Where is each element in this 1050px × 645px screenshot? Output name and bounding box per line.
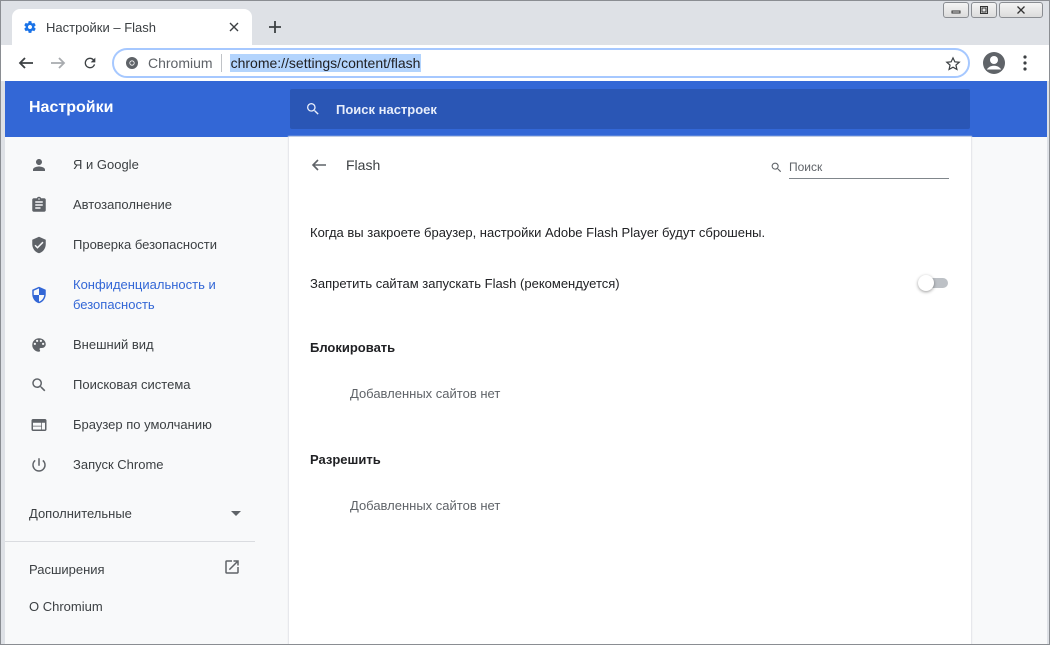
settings-content: Я и Google Автозаполнение Проверка безоп…	[5, 137, 1047, 644]
page-search-field[interactable]	[769, 155, 949, 179]
search-icon	[304, 100, 322, 118]
sidebar-item-label: Запуск Chrome	[73, 457, 164, 472]
close-window-button[interactable]	[999, 2, 1043, 18]
flash-settings-card: Flash Когда вы закроете браузер, настрой…	[289, 137, 971, 644]
sidebar-item-on-startup[interactable]: Запуск Chrome	[5, 445, 257, 485]
reload-button[interactable]	[74, 47, 106, 79]
sidebar-item-label: Проверка безопасности	[73, 237, 218, 252]
browser-window: Настройки – Flash Chromium chrome://sett…	[0, 0, 1050, 645]
back-button[interactable]	[10, 47, 42, 79]
page-title: Flash	[346, 157, 381, 173]
sidebar-item-extensions[interactable]: Расширения	[29, 559, 241, 579]
sidebar-item-safety-check[interactable]: Проверка безопасности	[5, 225, 257, 265]
omnibox-separator	[220, 54, 222, 72]
open-in-new-icon	[223, 558, 241, 581]
plus-icon	[269, 21, 281, 33]
arrow-back-icon	[18, 57, 33, 69]
settings-search-input[interactable]	[336, 101, 936, 117]
maximize-button[interactable]	[971, 2, 997, 18]
clipboard-icon	[29, 195, 49, 215]
tab-settings-flash[interactable]: Настройки – Flash	[12, 9, 252, 45]
reload-icon	[84, 57, 96, 69]
flash-reset-notice: Когда вы закроете браузер, настройки Ado…	[310, 225, 766, 240]
sidebar-divider	[5, 541, 255, 542]
window-controls	[943, 2, 1043, 18]
sidebar-item-label: Я и Google	[73, 157, 139, 172]
settings-sidebar: Я и Google Автозаполнение Проверка безоп…	[5, 137, 257, 644]
minimize-button[interactable]	[943, 2, 969, 18]
settings-search-box[interactable]	[290, 89, 970, 129]
more-vert-icon	[1023, 55, 1027, 71]
settings-gear-icon	[22, 19, 38, 35]
block-flash-toggle[interactable]	[918, 275, 950, 291]
sidebar-item-label: Внешний вид	[73, 337, 154, 352]
address-bar[interactable]: Chromium chrome://settings/content/flash	[112, 48, 970, 78]
sidebar-item-default-browser[interactable]: Браузер по умолчанию	[5, 405, 257, 445]
block-empty-text: Добавленных сайтов нет	[350, 386, 501, 401]
sidebar-item-about[interactable]: О Chromium	[29, 599, 103, 614]
chromium-logo-icon	[124, 55, 140, 71]
sidebar-item-privacy-security[interactable]: Конфиденциальность и безопасность	[5, 271, 257, 319]
site-chip: Chromium	[148, 55, 213, 71]
sidebar-item-label-line1: Конфиденциальность и	[73, 277, 216, 292]
toggle-knob	[918, 275, 934, 291]
browser-toolbar: Chromium chrome://settings/content/flash	[1, 45, 1049, 81]
page-search-input[interactable]	[789, 155, 949, 179]
arrow-forward-icon	[51, 57, 66, 69]
settings-header: Настройки	[5, 81, 1047, 137]
palette-icon	[29, 335, 49, 355]
allow-empty-text: Добавленных сайтов нет	[350, 498, 501, 513]
block-section-heading: Блокировать	[310, 340, 396, 355]
shield-check-icon	[29, 235, 49, 255]
sidebar-item-label: Браузер по умолчанию	[73, 417, 212, 432]
forward-button[interactable]	[42, 47, 74, 79]
close-tab-icon[interactable]	[226, 19, 242, 35]
power-icon	[29, 455, 49, 475]
new-tab-button[interactable]	[263, 15, 287, 39]
sidebar-item-you-and-google[interactable]: Я и Google	[5, 145, 257, 185]
sidebar-item-label: Поисковая система	[73, 377, 191, 392]
shield-privacy-icon	[29, 285, 49, 305]
back-arrow-button[interactable]	[307, 153, 331, 177]
person-icon	[29, 155, 49, 175]
profile-avatar-icon[interactable]	[981, 50, 1007, 76]
advanced-label: Дополнительные	[29, 505, 132, 521]
settings-title: Настройки	[29, 99, 114, 116]
sidebar-item-autofill[interactable]: Автозаполнение	[5, 185, 257, 225]
arrow-drop-down-icon	[231, 504, 241, 522]
sidebar-item-search-engine[interactable]: Поисковая система	[5, 365, 257, 405]
block-flash-label: Запретить сайтам запускать Flash (рекоме…	[310, 275, 620, 291]
bookmark-star-icon[interactable]	[944, 55, 962, 73]
sidebar-advanced-toggle[interactable]: Дополнительные	[29, 503, 241, 523]
browser-menu-button[interactable]	[1015, 50, 1035, 76]
sidebar-item-label: Автозаполнение	[73, 197, 173, 212]
search-icon	[29, 375, 49, 395]
arrow-back-icon	[311, 159, 326, 171]
sidebar-item-label: Конфиденциальность и безопасность	[73, 275, 216, 315]
block-flash-setting: Запретить сайтам запускать Flash (рекоме…	[310, 273, 950, 293]
extensions-label: Расширения	[29, 561, 105, 577]
allow-section-heading: Разрешить	[310, 452, 381, 467]
url-text[interactable]: chrome://settings/content/flash	[229, 54, 422, 72]
search-icon	[769, 160, 783, 174]
sidebar-item-appearance[interactable]: Внешний вид	[5, 325, 257, 365]
sidebar-item-label-line2: безопасность	[73, 297, 155, 312]
tab-strip: Настройки – Flash	[1, 1, 1049, 45]
tab-title: Настройки – Flash	[46, 19, 156, 35]
browser-icon	[29, 415, 49, 435]
